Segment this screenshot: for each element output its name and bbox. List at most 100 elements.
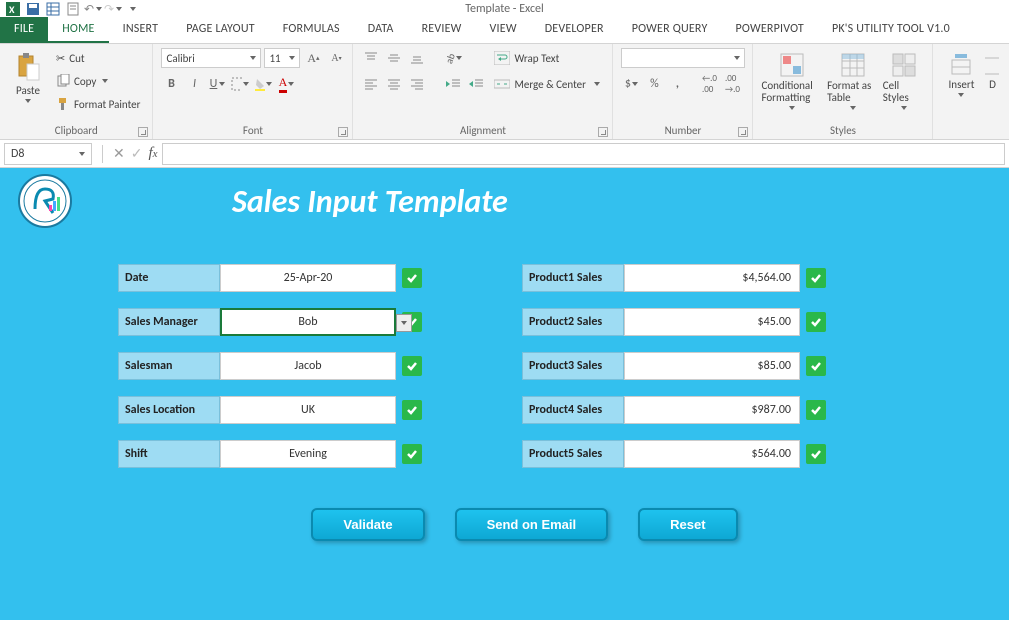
- align-bottom-button[interactable]: [407, 48, 427, 68]
- left-value-1[interactable]: Bob: [220, 308, 396, 336]
- send-email-button[interactable]: Send on Email: [455, 508, 609, 541]
- font-name-select[interactable]: Calibri: [161, 48, 261, 68]
- increase-indent-button[interactable]: [466, 74, 486, 94]
- number-format-select[interactable]: [621, 48, 745, 68]
- company-logo: [18, 174, 72, 228]
- check-icon: [402, 400, 422, 420]
- paste-button[interactable]: Paste: [8, 48, 48, 103]
- fill-color-button[interactable]: [253, 74, 273, 94]
- left-value-4[interactable]: Evening: [220, 440, 396, 468]
- comma-format-button[interactable]: ,: [667, 74, 687, 94]
- right-value-1[interactable]: $45.00: [624, 308, 800, 336]
- form-icon[interactable]: [66, 2, 80, 16]
- right-row-2: Product3 Sales$85.00: [522, 352, 826, 380]
- left-row-0: Date25-Apr-20: [118, 264, 422, 292]
- font-color-button[interactable]: A: [276, 74, 296, 94]
- group-label-alignment: Alignment: [361, 124, 604, 139]
- border-button[interactable]: [230, 74, 250, 94]
- tab-pk-s-utility-tool-v1-0[interactable]: PK's Utility Tool V1.0: [818, 17, 964, 43]
- fx-icon[interactable]: fx: [148, 145, 157, 162]
- underline-button[interactable]: U: [207, 74, 227, 94]
- tab-home[interactable]: HOME: [48, 17, 108, 43]
- wrap-text-button[interactable]: Wrap Text: [490, 48, 604, 68]
- cancel-formula-icon[interactable]: ✕: [113, 145, 125, 162]
- bold-button[interactable]: B: [161, 74, 181, 94]
- format-as-table-button[interactable]: Format as Table: [827, 48, 879, 110]
- scissors-icon: ✂: [56, 52, 65, 65]
- dropdown-icon[interactable]: [396, 314, 412, 332]
- reset-button[interactable]: Reset: [638, 508, 737, 541]
- ribbon: Paste ✂Cut Copy Format Painter Clipboard…: [0, 44, 1009, 140]
- tab-view[interactable]: VIEW: [476, 17, 531, 43]
- check-icon: [402, 268, 422, 288]
- check-icon: [806, 312, 826, 332]
- tab-formulas[interactable]: FORMULAS: [269, 17, 354, 43]
- quick-access-toolbar: X ↶ ↷: [0, 2, 140, 16]
- dialog-launcher-icon[interactable]: [138, 127, 148, 137]
- right-value-3[interactable]: $987.00: [624, 396, 800, 424]
- tab-powerpivot[interactable]: POWERPIVOT: [722, 17, 818, 43]
- right-row-3: Product4 Sales$987.00: [522, 396, 826, 424]
- right-row-4: Product5 Sales$564.00: [522, 440, 826, 468]
- left-value-3[interactable]: UK: [220, 396, 396, 424]
- tab-review[interactable]: REVIEW: [408, 17, 476, 43]
- formula-input[interactable]: [162, 143, 1005, 165]
- cell-styles-icon: [891, 52, 917, 78]
- delete-cells-button[interactable]: D: [985, 48, 999, 91]
- paste-label: Paste: [16, 84, 40, 97]
- increase-decimal-button[interactable]: ←.0.00: [699, 74, 719, 94]
- check-icon: [806, 268, 826, 288]
- group-label-clipboard: Clipboard: [8, 124, 144, 139]
- tab-developer[interactable]: DEVELOPER: [531, 17, 618, 43]
- cut-button[interactable]: ✂Cut: [52, 48, 144, 68]
- right-value-4[interactable]: $564.00: [624, 440, 800, 468]
- merge-center-button[interactable]: Merge & Center: [490, 74, 604, 94]
- tab-page-layout[interactable]: PAGE LAYOUT: [172, 17, 269, 43]
- customize-qat-icon[interactable]: [126, 2, 140, 16]
- dialog-launcher-icon[interactable]: [738, 127, 748, 137]
- align-middle-button[interactable]: [384, 48, 404, 68]
- formula-bar: D8 ✕ ✓ fx: [0, 140, 1009, 168]
- insert-cells-button[interactable]: Insert: [941, 48, 981, 97]
- left-value-2[interactable]: Jacob: [220, 352, 396, 380]
- font-size-select[interactable]: 11: [264, 48, 300, 68]
- right-value-0[interactable]: $4,564.00: [624, 264, 800, 292]
- tab-power-query[interactable]: POWER QUERY: [618, 17, 722, 43]
- align-center-button[interactable]: [384, 74, 404, 94]
- tab-file[interactable]: FILE: [0, 17, 48, 43]
- decrease-decimal-button[interactable]: .00→.0: [722, 74, 742, 94]
- shrink-font-button[interactable]: A▾: [326, 48, 346, 68]
- dialog-launcher-icon[interactable]: [338, 127, 348, 137]
- grow-font-button[interactable]: A▴: [303, 48, 323, 68]
- dialog-launcher-icon[interactable]: [598, 127, 608, 137]
- format-table-icon: [840, 52, 866, 78]
- redo-icon[interactable]: ↷: [106, 2, 120, 16]
- percent-format-button[interactable]: %: [644, 74, 664, 94]
- validate-button[interactable]: Validate: [311, 508, 424, 541]
- italic-button[interactable]: I: [184, 74, 204, 94]
- conditional-formatting-button[interactable]: Conditional Formatting: [761, 48, 823, 110]
- check-icon: [402, 356, 422, 376]
- format-painter-button[interactable]: Format Painter: [52, 94, 144, 114]
- align-right-button[interactable]: [407, 74, 427, 94]
- name-box[interactable]: D8: [4, 143, 92, 165]
- align-top-button[interactable]: [361, 48, 381, 68]
- copy-button[interactable]: Copy: [52, 71, 144, 91]
- tab-data[interactable]: DATA: [354, 17, 408, 43]
- right-row-0: Product1 Sales$4,564.00: [522, 264, 826, 292]
- align-left-button[interactable]: [361, 74, 381, 94]
- excel-icon[interactable]: X: [6, 2, 20, 16]
- cell-styles-button[interactable]: Cell Styles: [883, 48, 925, 110]
- orientation-button[interactable]: ab: [443, 48, 463, 68]
- right-value-2[interactable]: $85.00: [624, 352, 800, 380]
- save-icon[interactable]: [26, 2, 40, 16]
- tab-insert[interactable]: INSERT: [109, 17, 173, 43]
- decrease-indent-button[interactable]: [443, 74, 463, 94]
- table-icon[interactable]: [46, 2, 60, 16]
- undo-icon[interactable]: ↶: [86, 2, 100, 16]
- group-number: $ % , ←.0.00 .00→.0 Number: [613, 44, 753, 139]
- left-value-0[interactable]: 25-Apr-20: [220, 264, 396, 292]
- accounting-format-button[interactable]: $: [621, 74, 641, 94]
- enter-formula-icon[interactable]: ✓: [131, 145, 143, 162]
- left-row-3: Sales LocationUK: [118, 396, 422, 424]
